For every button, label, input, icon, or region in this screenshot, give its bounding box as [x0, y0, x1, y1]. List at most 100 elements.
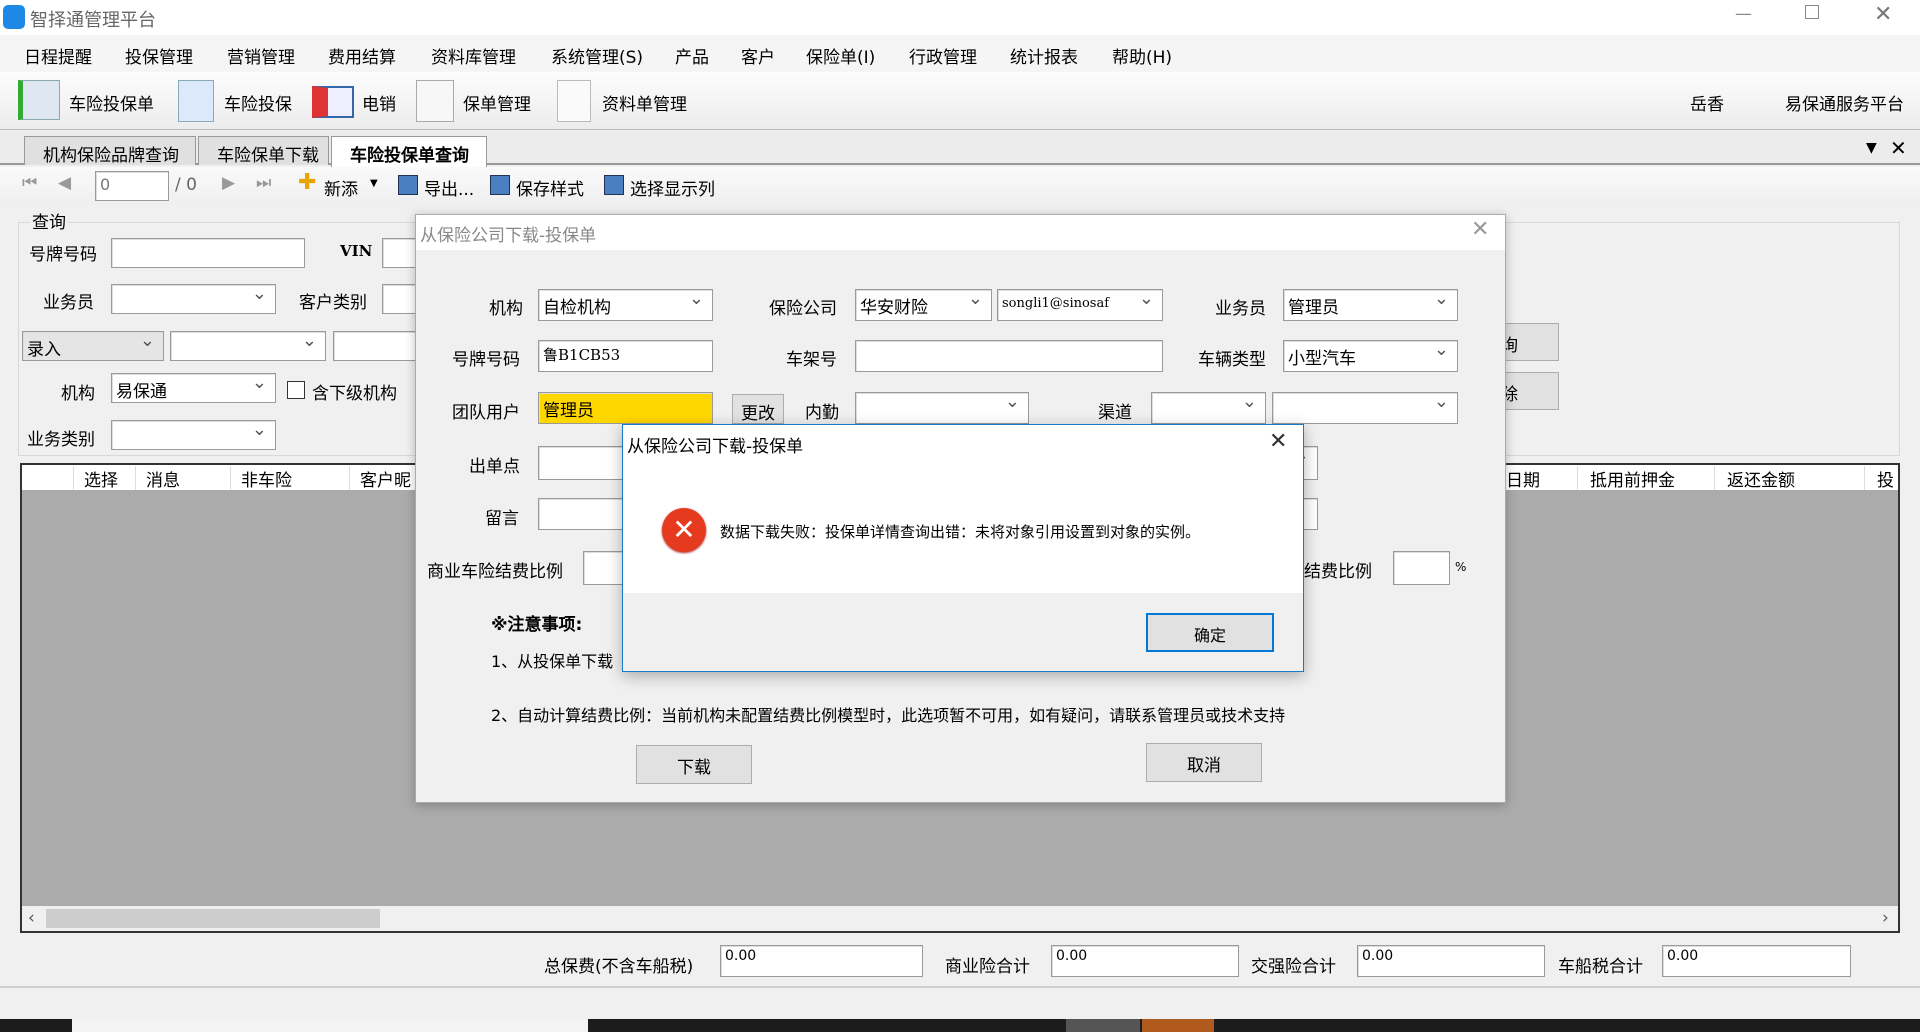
menu-underwriting[interactable]: 投保管理 [125, 43, 193, 68]
menu-settlement[interactable]: 费用结算 [328, 43, 396, 68]
dialog-close-icon[interactable]: ✕ [1471, 217, 1489, 242]
msgbox-title: 从保险公司下载-投保单 [627, 437, 804, 457]
dlg-channel-sub-select[interactable] [1272, 392, 1458, 424]
scrollbar-thumb[interactable] [46, 909, 380, 928]
dlg-insurer-select[interactable]: 华安财险 [855, 289, 992, 321]
total-premium-label: 总保费(不含车船税) [544, 957, 694, 977]
menu-policy[interactable]: 保险单(I) [806, 43, 875, 68]
tab-list-dropdown-icon[interactable]: ▼ [1866, 140, 1877, 156]
column-refund[interactable]: 返还金额 [1714, 466, 1864, 491]
dlg-plate-input[interactable]: 鲁B1CB53 [538, 340, 713, 372]
status-bar [0, 986, 1920, 1019]
entry-sub-select[interactable] [170, 331, 326, 361]
save-style-button[interactable]: 保存样式 [516, 175, 584, 200]
column-deposit[interactable]: 抵用前押金 [1577, 466, 1714, 491]
include-sub-label: 含下级机构 [312, 384, 397, 404]
document-pencil-icon [178, 80, 214, 122]
toolbar-label: 车险投保单 [69, 95, 154, 115]
horizontal-scrollbar[interactable]: ‹ › [22, 906, 1898, 931]
dlg-channel-select[interactable] [1151, 392, 1266, 424]
column-select[interactable]: 选择 [73, 466, 135, 491]
compulsory-total-field: 0.00 [1357, 945, 1545, 977]
column-date[interactable]: 日期 [1506, 466, 1540, 491]
msgbox-ok-button[interactable]: 确定 [1146, 613, 1274, 652]
scroll-right-icon[interactable]: › [1882, 908, 1889, 928]
include-sub-checkbox[interactable] [287, 381, 305, 399]
last-record-icon[interactable]: ⏭ [256, 173, 271, 193]
app-logo-icon [3, 5, 25, 29]
current-user: 岳香 [1690, 95, 1724, 115]
page-total: / 0 [175, 175, 197, 195]
org-select[interactable]: 易保通 [111, 373, 276, 403]
dlg-change-button[interactable]: 更改 [732, 394, 784, 424]
tab-org-brand-query[interactable]: 机构保险品牌查询 [24, 136, 196, 166]
dlg-notes-title: ※注意事项: [491, 615, 583, 635]
menu-system[interactable]: 系统管理(S) [551, 43, 643, 68]
app-title: 智择通管理平台 [30, 10, 156, 31]
dlg-note-1: 1、从投保单下载 [491, 652, 614, 671]
column-more[interactable]: 投 [1864, 466, 1894, 491]
menu-customer[interactable]: 客户 [741, 43, 775, 68]
dlg-salesman-select[interactable]: 管理员 [1283, 289, 1458, 321]
menu-library[interactable]: 资料库管理 [431, 43, 516, 68]
select-columns-button[interactable]: 选择显示列 [630, 175, 715, 200]
tab-proposal-query[interactable]: 车险投保单查询 [331, 136, 487, 167]
dlg-cancel-button[interactable]: 取消 [1146, 743, 1262, 782]
menu-admin[interactable]: 行政管理 [909, 43, 977, 68]
dlg-team-user-input[interactable]: 管理员 [538, 392, 713, 424]
export-button[interactable]: 导出... [424, 175, 474, 200]
msgbox-message: 数据下载失败：投保单详情查询出错：未将对象引用设置到对象的实例。 [720, 523, 1201, 541]
dlg-vehicle-type-select[interactable]: 小型汽车 [1283, 340, 1458, 372]
vin-label: VIN [340, 242, 373, 260]
dlg-team-user-label: 团队用户 [452, 403, 520, 423]
dlg-frame-input[interactable] [855, 340, 1163, 372]
biz-type-select[interactable] [111, 420, 276, 450]
entry-select[interactable]: 录入 [22, 331, 164, 361]
msgbox-close-icon[interactable]: ✕ [1269, 429, 1287, 454]
close-button[interactable]: ✕ [1874, 2, 1892, 27]
page-input[interactable]: 0 [95, 171, 169, 201]
dialog-title: 从保险公司下载-投保单 [420, 226, 597, 246]
dlg-compulsory-ratio-label: 结费比例 [1304, 562, 1372, 582]
menu-help[interactable]: 帮助(H) [1112, 43, 1172, 68]
salesman-label: 业务员 [43, 293, 94, 313]
dlg-download-button[interactable]: 下载 [636, 745, 752, 784]
dlg-compulsory-ratio-input[interactable] [1393, 551, 1450, 585]
plate-input[interactable] [111, 238, 305, 268]
minimize-button[interactable]: — [1735, 4, 1752, 24]
tab-policy-download[interactable]: 车险保单下载 [198, 136, 329, 166]
taskbar-item[interactable] [1066, 1019, 1140, 1032]
checklist-pencil-icon [416, 80, 454, 122]
contact-card-icon [312, 86, 354, 118]
dlg-account-select[interactable]: songli1@sinosaf [997, 289, 1163, 321]
taskbar-item[interactable] [1142, 1019, 1214, 1032]
menu-marketing[interactable]: 营销管理 [227, 43, 295, 68]
menu-schedule[interactable]: 日程提醒 [24, 43, 92, 68]
commercial-total-label: 商业险合计 [945, 957, 1030, 977]
customer-type-label: 客户类别 [299, 293, 367, 313]
restore-button[interactable] [1805, 5, 1819, 19]
dlg-insurer-label: 保险公司 [769, 299, 837, 319]
menu-product[interactable]: 产品 [675, 43, 709, 68]
salesman-select[interactable] [111, 284, 276, 314]
new-dropdown-icon[interactable]: ▼ [370, 178, 378, 189]
taskbar-item[interactable] [72, 1019, 588, 1032]
total-premium-field: 0.00 [720, 945, 923, 977]
dlg-percent-sign: % [1455, 560, 1467, 574]
scroll-left-icon[interactable]: ‹ [28, 908, 35, 928]
dlg-salesman-label: 业务员 [1215, 299, 1266, 319]
tab-close-icon[interactable]: ✕ [1890, 136, 1907, 160]
new-button[interactable]: 新添 [324, 175, 358, 200]
dlg-internal-label: 内勤 [805, 403, 839, 423]
error-message-box: 从保险公司下载-投保单 ✕ ✕ 数据下载失败：投保单详情查询出错：未将对象引用设… [622, 424, 1304, 672]
dlg-internal-select[interactable] [855, 392, 1029, 424]
column-non-auto[interactable]: 非车险 [230, 466, 349, 491]
next-record-icon[interactable]: ▶ [222, 173, 235, 193]
prev-record-icon[interactable]: ◀ [58, 173, 71, 193]
first-record-icon[interactable]: ⏮ [22, 173, 37, 193]
platform-link[interactable]: 易保通服务平台 [1785, 90, 1904, 115]
column-message[interactable]: 消息 [135, 466, 230, 491]
menu-reports[interactable]: 统计报表 [1010, 43, 1078, 68]
dlg-org-select[interactable]: 自检机构 [538, 289, 713, 321]
dialog-title-bar: 从保险公司下载-投保单 ✕ [416, 215, 1505, 250]
